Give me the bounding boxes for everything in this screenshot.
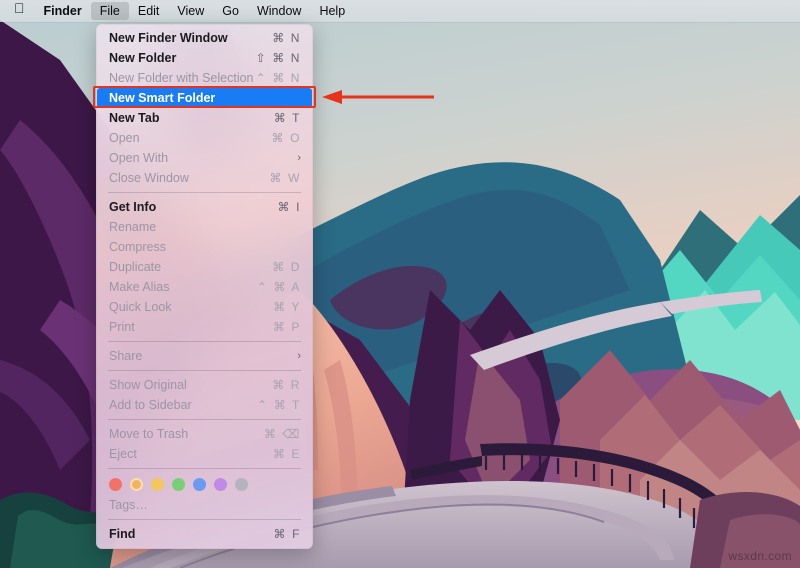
menu-item-label: Eject [109, 447, 137, 461]
menu-item-print: Print ⌘ P [96, 317, 313, 337]
apple-logo-icon[interactable]:  [0, 1, 35, 19]
gray-tag[interactable] [235, 477, 248, 491]
menu-item-label: New Folder [109, 51, 177, 65]
menu-item-label: Find [109, 527, 136, 541]
menu-item-open-with: Open With › [96, 148, 313, 168]
menubar-item-window[interactable]: Window [248, 2, 310, 20]
menu-separator [108, 468, 301, 469]
blue-tag[interactable] [193, 477, 206, 491]
yellow-tag[interactable] [151, 477, 164, 491]
menu-item-eject: Eject ⌘ E [96, 444, 313, 464]
menu-item-shortcut: ⌘ D [272, 260, 301, 274]
menu-item-make-alias: Make Alias ⌃ ⌘ A [96, 277, 313, 297]
menu-item-label: Print [109, 320, 135, 334]
menubar-item-view[interactable]: View [168, 2, 213, 20]
watermark: wsxdn.com [728, 549, 792, 563]
purple-tag[interactable] [214, 477, 227, 491]
menu-item-get-info[interactable]: Get Info ⌘ I [96, 197, 313, 217]
menu-item-shortcut: ⇧ ⌘ N [255, 51, 301, 65]
menu-item-shortcut: ⌘ T [273, 111, 301, 125]
menu-item-new-tab[interactable]: New Tab ⌘ T [96, 108, 313, 128]
menu-item-label: Open [109, 131, 140, 145]
menu-item-show-original: Show Original ⌘ R [96, 375, 313, 395]
menu-item-new-folder[interactable]: New Folder ⇧ ⌘ N [96, 48, 313, 68]
menu-item-label: New Tab [109, 111, 160, 125]
menu-item-shortcut: ⌘ ⌫ [263, 427, 301, 441]
menu-item-label: Add to Sidebar [109, 398, 192, 412]
menubar-item-file[interactable]: File [90, 2, 129, 20]
menubar-item-finder[interactable]: Finder [35, 2, 91, 20]
menu-item-shortcut: ⌘ N [272, 31, 301, 45]
tag-color-swatches[interactable] [96, 473, 313, 495]
menu-item-compress: Compress [96, 237, 313, 257]
menu-separator [108, 519, 301, 520]
menu-item-label: Rename [109, 220, 157, 234]
menu-item-open: Open ⌘ O [96, 128, 313, 148]
menu-separator [108, 192, 301, 193]
chevron-right-icon: › [297, 350, 301, 362]
menu-separator [108, 341, 301, 342]
menu-item-shortcut: ⌘ I [277, 200, 301, 214]
menu-item-shortcut: ⌘ R [272, 378, 301, 392]
menu-bar:  Finder File Edit View Go Window Help [0, 0, 800, 22]
orange-tag[interactable] [130, 477, 143, 491]
menu-item-new-finder-window[interactable]: New Finder Window ⌘ N [96, 28, 313, 48]
menu-item-shortcut: ⌘ E [272, 447, 301, 461]
menubar-item-edit[interactable]: Edit [129, 2, 169, 20]
menu-item-tags[interactable]: Tags… [96, 495, 313, 515]
menu-item-shortcut: ⌘ W [269, 171, 301, 185]
menu-item-label: Move to Trash [109, 427, 189, 441]
menu-item-label: Tags… [109, 498, 148, 512]
menu-item-shortcut: ⌃ ⌘ A [256, 280, 301, 294]
menu-item-find[interactable]: Find ⌘ F [96, 524, 313, 544]
menu-item-new-folder-with-selection: New Folder with Selection ⌃ ⌘ N [96, 68, 313, 88]
menubar-item-help[interactable]: Help [310, 2, 354, 20]
menu-item-label: Compress [109, 240, 166, 254]
menu-item-label: Show Original [109, 378, 187, 392]
menu-separator [108, 419, 301, 420]
green-tag[interactable] [172, 477, 185, 491]
menu-item-label: Share [109, 349, 143, 363]
menu-item-label: New Folder with Selection [109, 71, 254, 85]
menu-item-label: New Smart Folder [109, 91, 216, 105]
annotation-arrow-icon [322, 90, 434, 104]
menu-item-new-smart-folder[interactable]: New Smart Folder [97, 88, 312, 108]
red-tag[interactable] [109, 477, 122, 491]
menubar-item-go[interactable]: Go [213, 2, 248, 20]
menu-item-label: Quick Look [109, 300, 172, 314]
menu-item-rename: Rename [96, 217, 313, 237]
menu-item-label: Close Window [109, 171, 189, 185]
menu-item-shortcut: ⌃ ⌘ T [257, 398, 301, 412]
menu-item-shortcut: ⌃ ⌘ N [255, 71, 301, 85]
menu-item-label: Open With [109, 151, 169, 165]
menu-item-label: Get Info [109, 200, 157, 214]
file-dropdown-menu: New Finder Window ⌘ N New Folder ⇧ ⌘ N N… [96, 24, 313, 549]
menu-item-label: Duplicate [109, 260, 162, 274]
menu-item-shortcut: ⌘ F [273, 527, 301, 541]
menu-item-label: Make Alias [109, 280, 170, 294]
chevron-right-icon: › [297, 152, 301, 164]
menu-item-quick-look: Quick Look ⌘ Y [96, 297, 313, 317]
menu-item-share: Share › [96, 346, 313, 366]
menu-separator [108, 370, 301, 371]
menu-item-shortcut: ⌘ P [272, 320, 301, 334]
menu-item-move-to-trash: Move to Trash ⌘ ⌫ [96, 424, 313, 444]
menu-item-close-window: Close Window ⌘ W [96, 168, 313, 188]
menu-item-label: New Finder Window [109, 31, 228, 45]
menu-item-shortcut: ⌘ Y [273, 300, 301, 314]
menu-item-shortcut: ⌘ O [271, 131, 301, 145]
menu-item-duplicate: Duplicate ⌘ D [96, 257, 313, 277]
menu-item-add-to-sidebar: Add to Sidebar ⌃ ⌘ T [96, 395, 313, 415]
